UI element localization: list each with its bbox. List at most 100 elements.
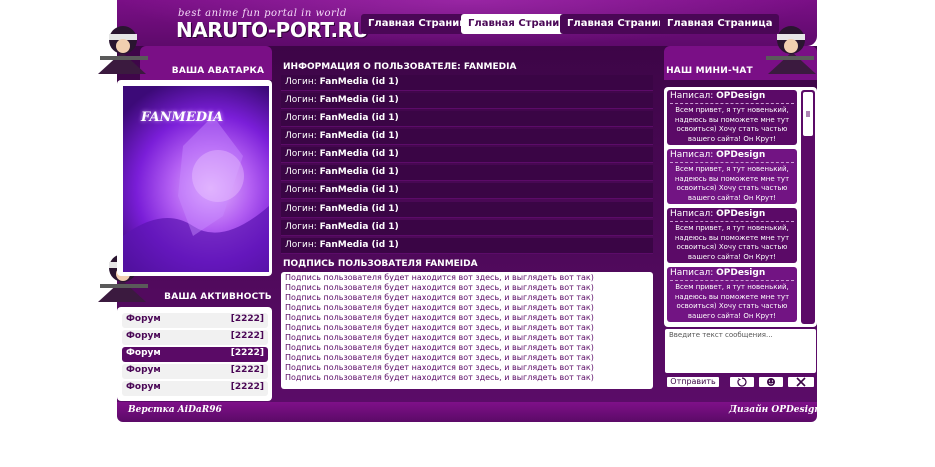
signature-line: Подпись пользователя будет находится вот…	[285, 353, 594, 362]
chat-message: Написал: OPDesign Всем привет, я тут нов…	[667, 90, 797, 145]
login-row: Логин: FanMedia (id 1)	[281, 129, 653, 145]
login-value: FanMedia (id 1)	[319, 149, 399, 159]
activity-value: [2222]	[230, 348, 264, 358]
signature-line: Подпись пользователя будет находится вот…	[285, 283, 594, 292]
activity-value: [2222]	[230, 382, 264, 392]
login-prefix: Логин:	[285, 185, 320, 195]
login-prefix: Логин:	[285, 222, 320, 232]
chat-message-text: Всем привет, я тут новенький, надеюсь вы…	[674, 283, 790, 320]
chat-author-line: Написал: OPDesign	[670, 268, 765, 278]
chat-author-prefix: Написал:	[670, 91, 717, 101]
tools-icon	[796, 377, 806, 387]
activity-label: Форум	[126, 365, 161, 375]
chat-message-divider	[670, 280, 794, 281]
login-prefix: Логин:	[285, 167, 320, 177]
login-value: FanMedia (id 1)	[319, 204, 399, 214]
login-prefix: Логин:	[285, 204, 320, 214]
chat-input-placeholder: Введите текст сообщения...	[669, 331, 773, 339]
activity-value: [2222]	[230, 331, 264, 341]
chat-author[interactable]: OPDesign	[716, 209, 765, 219]
footer-left-credit: Верстка AiDaR96	[128, 405, 222, 415]
signature-line: Подпись пользователя будет находится вот…	[285, 373, 594, 382]
login-row: Логин: FanMedia (id 1)	[281, 202, 653, 218]
login-prefix: Логин:	[285, 77, 320, 87]
activity-row[interactable]: Форум [2222]	[122, 364, 268, 379]
login-prefix: Логин:	[285, 240, 320, 250]
chat-scrollbar-thumb[interactable]	[803, 92, 813, 136]
site-logo[interactable]: NARUTO-PORT.RU	[176, 18, 369, 42]
login-prefix: Логин:	[285, 149, 320, 159]
activity-row[interactable]: Форум [2222]	[122, 313, 268, 328]
refresh-icon	[737, 377, 747, 387]
activity-label: Форум	[126, 331, 161, 341]
smile-button[interactable]	[758, 376, 784, 388]
chat-message: Написал: OPDesign Всем привет, я тут нов…	[667, 208, 797, 263]
user-info-title: ИНФОРМАЦИЯ О ПОЛЬЗОВАТЕЛЕ: FANMEDIA	[283, 62, 517, 72]
send-button[interactable]: Отправить	[666, 376, 720, 388]
chat-author-line: Написал: OPDesign	[670, 91, 765, 101]
signature-line: Подпись пользователя будет находится вот…	[285, 343, 594, 352]
login-value: FanMedia (id 1)	[319, 113, 399, 123]
chat-message-text: Всем привет, я тут новенький, надеюсь вы…	[674, 165, 790, 202]
refresh-button[interactable]	[729, 376, 755, 388]
chat-author-prefix: Написал:	[670, 268, 717, 278]
avatar-section-title: ВАША АВАТАРКА	[171, 66, 265, 76]
login-value: FanMedia (id 1)	[319, 185, 399, 195]
page: best anime fun portal in world NARUTO-PO…	[0, 0, 935, 467]
grip-icon	[806, 111, 810, 117]
login-row: Логин: FanMedia (id 1)	[281, 165, 653, 181]
activity-label: Форум	[126, 348, 161, 358]
signature-line: Подпись пользователя будет находится вот…	[285, 303, 594, 312]
activity-value: [2222]	[230, 365, 264, 375]
chat-author-prefix: Написал:	[670, 150, 717, 160]
activity-section-title: ВАША АКТИВНОСТЬ	[164, 292, 272, 302]
chat-author[interactable]: OPDesign	[716, 268, 765, 278]
footer-right-credit: Дизайн OPDesign	[729, 405, 821, 415]
chat-message-text: Всем привет, я тут новенький, надеюсь вы…	[674, 106, 790, 143]
chat-message-text: Всем привет, я тут новенький, надеюсь вы…	[674, 224, 790, 261]
activity-label: Форум	[126, 314, 161, 324]
login-row: Логин: FanMedia (id 1)	[281, 238, 653, 254]
smile-icon	[767, 378, 775, 386]
activity-row-highlighted[interactable]: Форум [2222]	[122, 347, 268, 362]
login-value: FanMedia (id 1)	[319, 240, 399, 250]
chat-author[interactable]: OPDesign	[716, 150, 765, 160]
login-prefix: Логин:	[285, 131, 320, 141]
activity-row[interactable]: Форум [2222]	[122, 330, 268, 345]
login-value: FanMedia (id 1)	[319, 222, 399, 232]
signature-line: Подпись пользователя будет находится вот…	[285, 273, 594, 282]
chat-author[interactable]: OPDesign	[716, 91, 765, 101]
character-left-top-icon	[98, 26, 148, 74]
character-right-top-icon	[766, 26, 816, 74]
login-row: Логин: FanMedia (id 1)	[281, 75, 653, 91]
tools-button[interactable]	[787, 376, 815, 388]
activity-value: [2222]	[230, 314, 264, 324]
login-row: Логин: FanMedia (id 1)	[281, 147, 653, 163]
signature-line: Подпись пользователя будет находится вот…	[285, 293, 594, 302]
login-value: FanMedia (id 1)	[319, 131, 399, 141]
login-value: FanMedia (id 1)	[319, 77, 399, 87]
chat-message-divider	[670, 103, 794, 104]
chat-author-prefix: Написал:	[670, 209, 717, 219]
signature-line: Подпись пользователя будет находится вот…	[285, 323, 594, 332]
chat-author-line: Написал: OPDesign	[670, 150, 765, 160]
signature-line: Подпись пользователя будет находится вот…	[285, 333, 594, 342]
activity-label: Форум	[126, 382, 161, 392]
signature-line: Подпись пользователя будет находится вот…	[285, 313, 594, 322]
chat-message: Написал: OPDesign Всем привет, я тут нов…	[667, 149, 797, 204]
login-prefix: Логин:	[285, 95, 320, 105]
chat-section-title: НАШ МИНИ-ЧАТ	[666, 66, 753, 76]
login-row: Логин: FanMedia (id 1)	[281, 183, 653, 199]
login-row: Логин: FanMedia (id 1)	[281, 111, 653, 127]
chat-author-line: Написал: OPDesign	[670, 209, 765, 219]
avatar-caption: FANMEDIA	[141, 110, 224, 125]
avatar-image[interactable]: FANMEDIA	[123, 86, 269, 272]
signature-title: ПОДПИСЬ ПОЛЬЗОВАТЕЛЯ FANMEIDA	[283, 259, 478, 269]
chat-message-divider	[670, 221, 794, 222]
chat-message-divider	[670, 162, 794, 163]
login-row: Логин: FanMedia (id 1)	[281, 93, 653, 109]
footer-bar	[117, 402, 817, 422]
login-value: FanMedia (id 1)	[319, 167, 399, 177]
login-row: Логин: FanMedia (id 1)	[281, 220, 653, 236]
activity-row[interactable]: Форум [2222]	[122, 381, 268, 396]
